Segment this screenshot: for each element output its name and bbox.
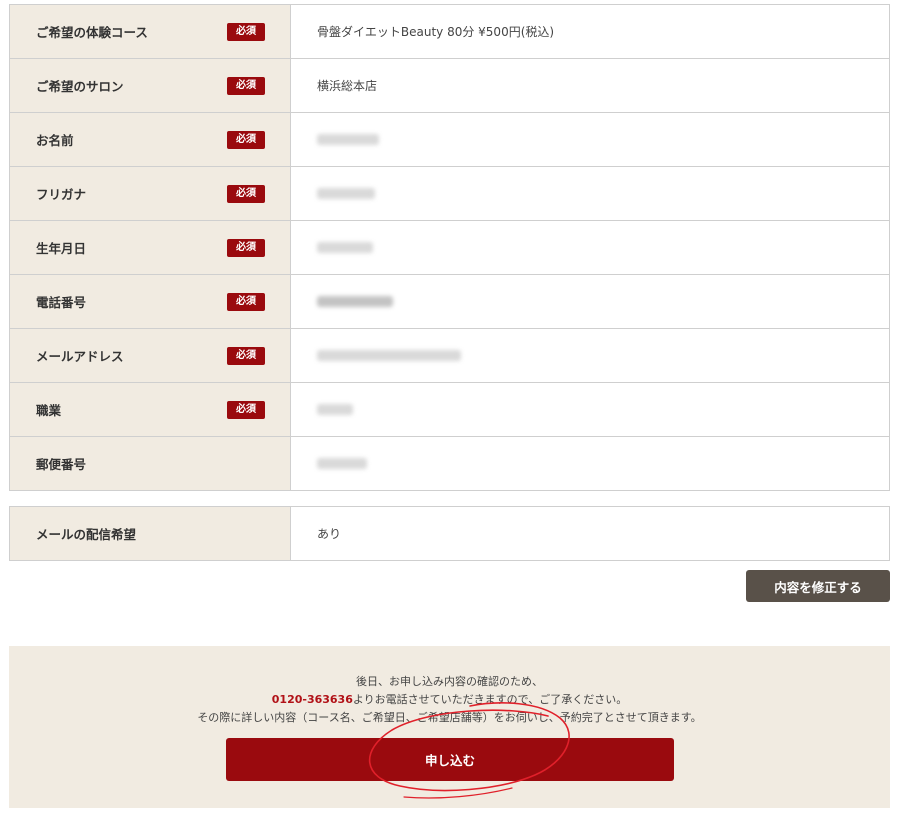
- label-cell: フリガナ 必須: [10, 167, 291, 220]
- field-value: あり: [291, 507, 889, 560]
- label-cell: 郵便番号: [10, 437, 291, 490]
- label-cell: 電話番号 必須: [10, 275, 291, 328]
- field-label: 電話番号: [36, 295, 87, 310]
- field-value-redacted: [291, 167, 889, 220]
- field-value-redacted: [291, 437, 889, 490]
- required-badge: 必須: [227, 130, 265, 149]
- field-label: 職業: [36, 403, 62, 418]
- form-row-birthdate: 生年月日 必須: [10, 221, 889, 275]
- required-badge: 必須: [227, 346, 265, 365]
- redacted-text: [317, 350, 461, 361]
- required-badge: 必須: [227, 76, 265, 95]
- redacted-text: [317, 134, 379, 145]
- form-row-name: お名前 必須: [10, 113, 889, 167]
- field-label: ご希望のサロン: [36, 79, 124, 94]
- notice-line-1: 後日、お申し込み内容の確認のため、: [356, 675, 543, 688]
- redacted-text: [317, 242, 373, 253]
- form-row-phone: 電話番号 必須: [10, 275, 889, 329]
- form-row-salon: ご希望のサロン 必須 横浜総本店: [10, 59, 889, 113]
- field-label: メールの配信希望: [36, 527, 137, 542]
- field-label: お名前: [36, 133, 74, 148]
- field-value-redacted: [291, 275, 889, 328]
- submit-button[interactable]: 申し込む: [226, 738, 674, 781]
- label-cell: 職業 必須: [10, 383, 291, 436]
- required-badge: 必須: [227, 292, 265, 311]
- form-row-furigana: フリガナ 必須: [10, 167, 889, 221]
- required-badge: 必須: [227, 22, 265, 41]
- field-value-redacted: [291, 383, 889, 436]
- confirmation-panel: 後日、お申し込み内容の確認のため、 0120-363636よりお電話させていただ…: [9, 646, 890, 808]
- form-row-occupation: 職業 必須: [10, 383, 889, 437]
- field-value: 骨盤ダイエットBeauty 80分 ¥500円(税込): [291, 5, 889, 58]
- field-label: フリガナ: [36, 187, 87, 202]
- field-value-redacted: [291, 113, 889, 166]
- application-form-table: ご希望の体験コース 必須 骨盤ダイエットBeauty 80分 ¥500円(税込)…: [9, 4, 890, 491]
- field-label: メールアドレス: [36, 349, 124, 364]
- notice-line-2-text: よりお電話させていただきますので、ご了承ください。: [352, 693, 628, 706]
- field-value-redacted: [291, 221, 889, 274]
- label-cell: ご希望のサロン 必須: [10, 59, 291, 112]
- confirmation-notice: 後日、お申し込み内容の確認のため、 0120-363636よりお電話させていただ…: [9, 673, 890, 727]
- required-badge: 必須: [227, 400, 265, 419]
- form-row-course: ご希望の体験コース 必須 骨盤ダイエットBeauty 80分 ¥500円(税込): [10, 5, 889, 59]
- redacted-text: [317, 404, 353, 415]
- phone-number: 0120-363636: [271, 693, 353, 706]
- field-value: 横浜総本店: [291, 59, 889, 112]
- notice-line-3: その際に詳しい内容（コース名、ご希望日、ご希望店舗等）をお伺いし、予約完了とさせ…: [197, 711, 702, 724]
- field-value-redacted: [291, 329, 889, 382]
- form-row-postal-code: 郵便番号: [10, 437, 889, 491]
- label-cell: ご希望の体験コース 必須: [10, 5, 291, 58]
- redacted-text: [317, 296, 393, 307]
- label-cell: メールの配信希望: [10, 507, 291, 560]
- label-cell: 生年月日 必須: [10, 221, 291, 274]
- label-cell: メールアドレス 必須: [10, 329, 291, 382]
- label-cell: お名前 必須: [10, 113, 291, 166]
- field-label: 生年月日: [36, 241, 87, 256]
- field-label: 郵便番号: [36, 457, 87, 472]
- redacted-text: [317, 188, 375, 199]
- notice-line-2: 0120-363636よりお電話させていただきますので、ご了承ください。: [9, 691, 890, 709]
- form-row-email: メールアドレス 必須: [10, 329, 889, 383]
- redacted-text: [317, 458, 367, 469]
- required-badge: 必須: [227, 238, 265, 257]
- field-label: ご希望の体験コース: [36, 25, 148, 40]
- mail-preference-table: メールの配信希望 あり: [9, 506, 890, 561]
- required-badge: 必須: [227, 184, 265, 203]
- edit-content-button[interactable]: 内容を修正する: [746, 570, 890, 602]
